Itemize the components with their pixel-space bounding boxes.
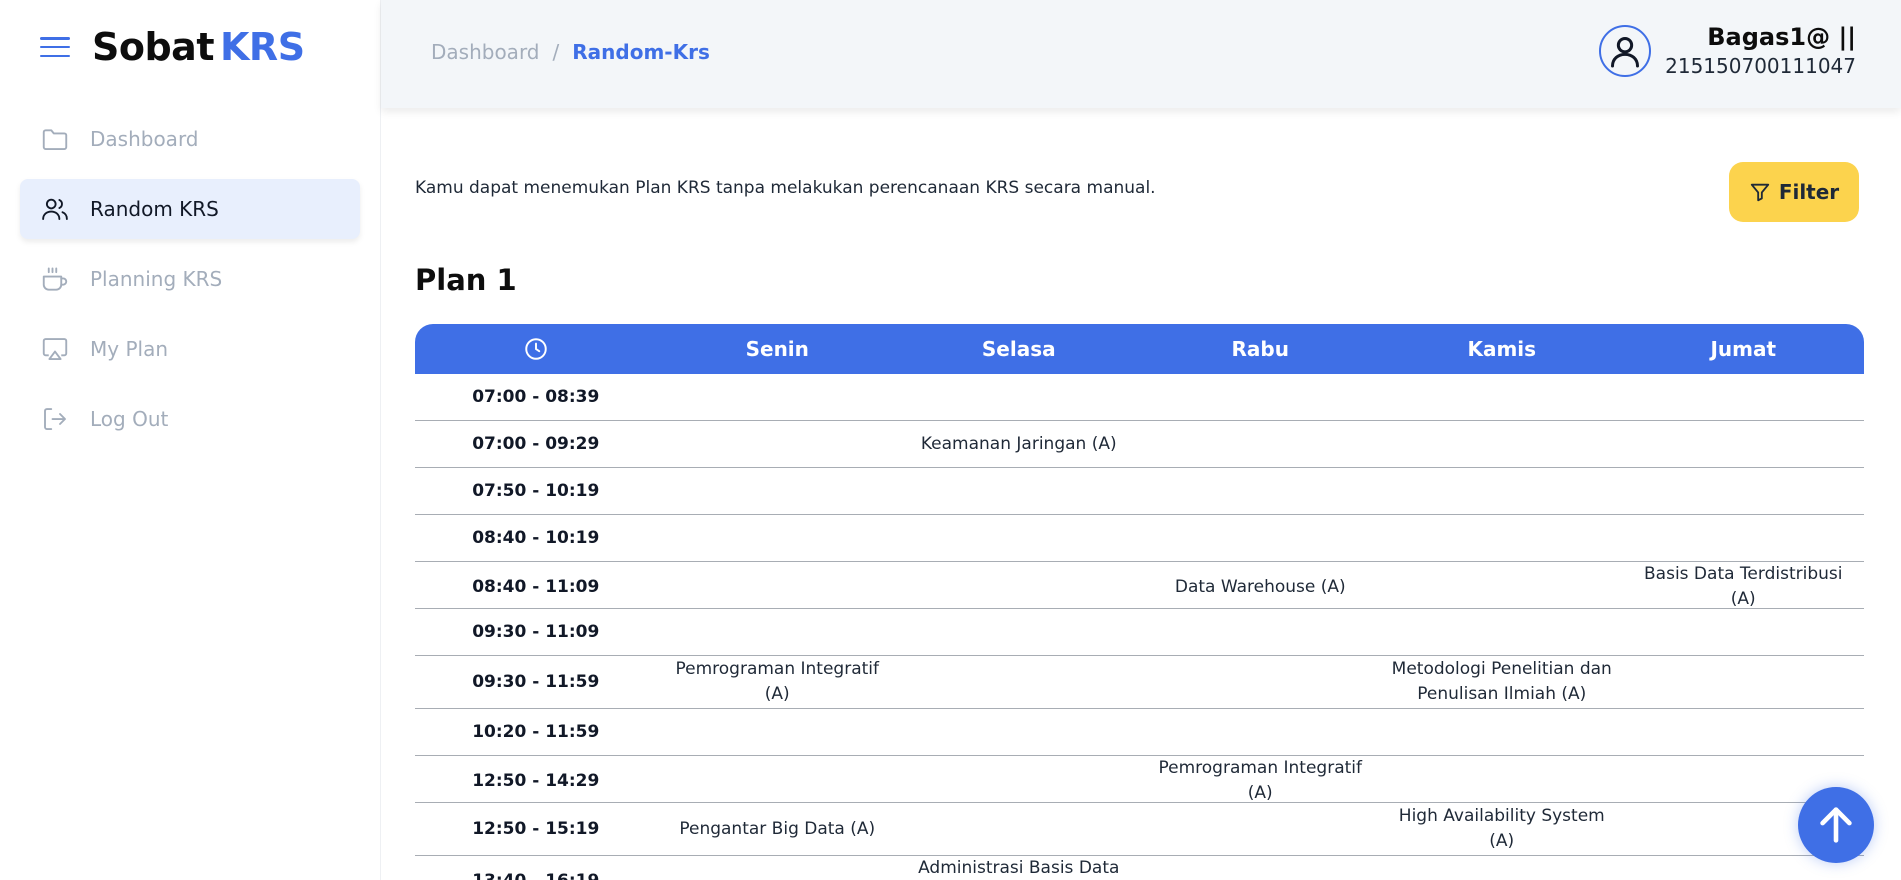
filter-button-label: Filter — [1778, 180, 1840, 204]
user-profile: Bagas1@ || 215150700111047 — [1599, 22, 1856, 80]
time-slot: 07:00 - 08:39 — [472, 386, 600, 407]
schedule-table: Senin Selasa Rabu Kamis Jumat 07:00 - 08… — [415, 324, 1864, 880]
folder-icon — [40, 124, 70, 154]
coffee-icon — [40, 264, 70, 294]
sidebar-item-log-out[interactable]: Log Out — [20, 389, 360, 449]
table-row: 08:40 - 10:19 — [415, 515, 1864, 562]
filter-icon — [1750, 183, 1769, 202]
breadcrumb-home-link[interactable]: Dashboard — [431, 40, 540, 64]
time-slot: 07:50 - 10:19 — [472, 480, 600, 501]
scroll-to-top-button[interactable] — [1798, 787, 1874, 863]
table-cell: Keamanan Jaringan (A) — [920, 433, 1117, 454]
table-row: 07:00 - 09:29 Keamanan Jaringan (A) — [415, 421, 1864, 468]
time-slot: 10:20 - 11:59 — [472, 721, 600, 742]
table-row: 10:20 - 11:59 — [415, 709, 1864, 756]
table-cell: Pengantar Big Data (A) — [679, 818, 876, 839]
sidebar-item-label: My Plan — [90, 337, 168, 361]
table-header: Senin Selasa Rabu Kamis Jumat — [415, 324, 1864, 374]
users-icon — [40, 194, 70, 224]
table-row: 07:50 - 10:19 — [415, 468, 1864, 515]
column-header-kamis: Kamis — [1467, 337, 1537, 361]
table-cell: Administrasi Basis Data (A) — [918, 858, 1120, 878]
breadcrumb-current: Random-Krs — [572, 40, 710, 64]
time-slot: 08:40 - 11:09 — [472, 576, 600, 597]
table-cell: Pemrograman Integratif (A) — [1158, 758, 1363, 803]
breadcrumb: Dashboard / Random-Krs — [431, 40, 710, 64]
plan-title: Plan 1 — [415, 263, 517, 297]
time-slot: 12:50 - 14:29 — [472, 770, 600, 791]
time-slot: 08:40 - 10:19 — [472, 527, 600, 548]
column-header-jumat: Jumat — [1710, 337, 1777, 361]
user-meta: Bagas1@ || 215150700111047 — [1665, 22, 1856, 80]
user-icon — [1611, 37, 1640, 68]
time-slot: 13:40 - 16:19 — [415, 869, 657, 880]
breadcrumb-separator: / — [552, 40, 560, 64]
sidebar-item-label: Planning KRS — [90, 267, 223, 291]
brand: Sobat KRS — [40, 24, 305, 70]
table-row: 13:40 - 16:19 Administrasi Basis Data (A… — [415, 856, 1864, 880]
arrow-up-icon — [1820, 807, 1852, 843]
main-content: Kamu dapat menemukan Plan KRS tanpa mela… — [381, 108, 1901, 880]
cast-icon — [40, 334, 70, 364]
intro-text: Kamu dapat menemukan Plan KRS tanpa mela… — [415, 178, 1156, 198]
user-name: Bagas1@ || — [1707, 23, 1856, 51]
time-slot: 09:30 - 11:59 — [472, 671, 600, 692]
sidebar-item-label: Dashboard — [90, 127, 199, 151]
filter-button[interactable]: Filter — [1729, 162, 1859, 222]
sidebar-nav: Dashboard Random KRS Planning KRS My Pla… — [20, 109, 360, 459]
table-cell: Basis Data Terdistribusi (A) — [1644, 564, 1843, 609]
table-row: 12:50 - 15:19 Pengantar Big Data (A) Hig… — [415, 803, 1864, 856]
brand-name-part2: KRS — [219, 25, 305, 69]
sidebar-item-my-plan[interactable]: My Plan — [20, 319, 360, 379]
time-slot: 09:30 - 11:09 — [472, 621, 600, 642]
time-slot: 07:00 - 09:29 — [472, 433, 600, 454]
sidebar-item-random-krs[interactable]: Random KRS — [20, 179, 360, 239]
column-header-selasa: Selasa — [981, 337, 1056, 361]
table-row: 08:40 - 11:09 Data Warehouse (A) Basis D… — [415, 562, 1864, 609]
column-header-rabu: Rabu — [1231, 337, 1289, 361]
table-cell: Metodologi Penelitian dan Penulisan Ilmi… — [1391, 659, 1612, 704]
sidebar-item-label: Random KRS — [90, 197, 219, 221]
avatar[interactable] — [1599, 25, 1652, 77]
brand-logo[interactable]: Sobat KRS — [92, 24, 305, 70]
sidebar-item-label: Log Out — [90, 407, 169, 431]
sidebar-item-dashboard[interactable]: Dashboard — [20, 109, 360, 169]
table-cell: High Availability System (A) — [1398, 806, 1605, 851]
time-slot: 12:50 - 15:19 — [472, 818, 600, 839]
top-header: Dashboard / Random-Krs Bagas1@ || 215150… — [381, 0, 1901, 108]
table-row: 07:00 - 08:39 — [415, 374, 1864, 421]
table-row: 09:30 - 11:09 — [415, 609, 1864, 656]
table-row: 09:30 - 11:59 Pemrograman Integratif (A)… — [415, 656, 1864, 709]
time-column-header — [415, 336, 657, 363]
table-cell: Pemrograman Integratif (A) — [675, 659, 880, 704]
sidebar: Sobat KRS Dashboard Random KRS Planning K… — [0, 0, 381, 880]
hamburger-menu-icon[interactable] — [40, 35, 70, 59]
column-header-senin: Senin — [745, 337, 809, 361]
user-id: 215150700111047 — [1665, 54, 1856, 78]
clock-icon — [525, 338, 547, 360]
brand-name-part1: Sobat — [92, 25, 214, 69]
table-row: 12:50 - 14:29 Pemrograman Integratif (A) — [415, 756, 1864, 803]
table-cell: Data Warehouse (A) — [1174, 576, 1346, 597]
logout-icon — [40, 404, 70, 434]
sidebar-item-planning-krs[interactable]: Planning KRS — [20, 249, 360, 309]
